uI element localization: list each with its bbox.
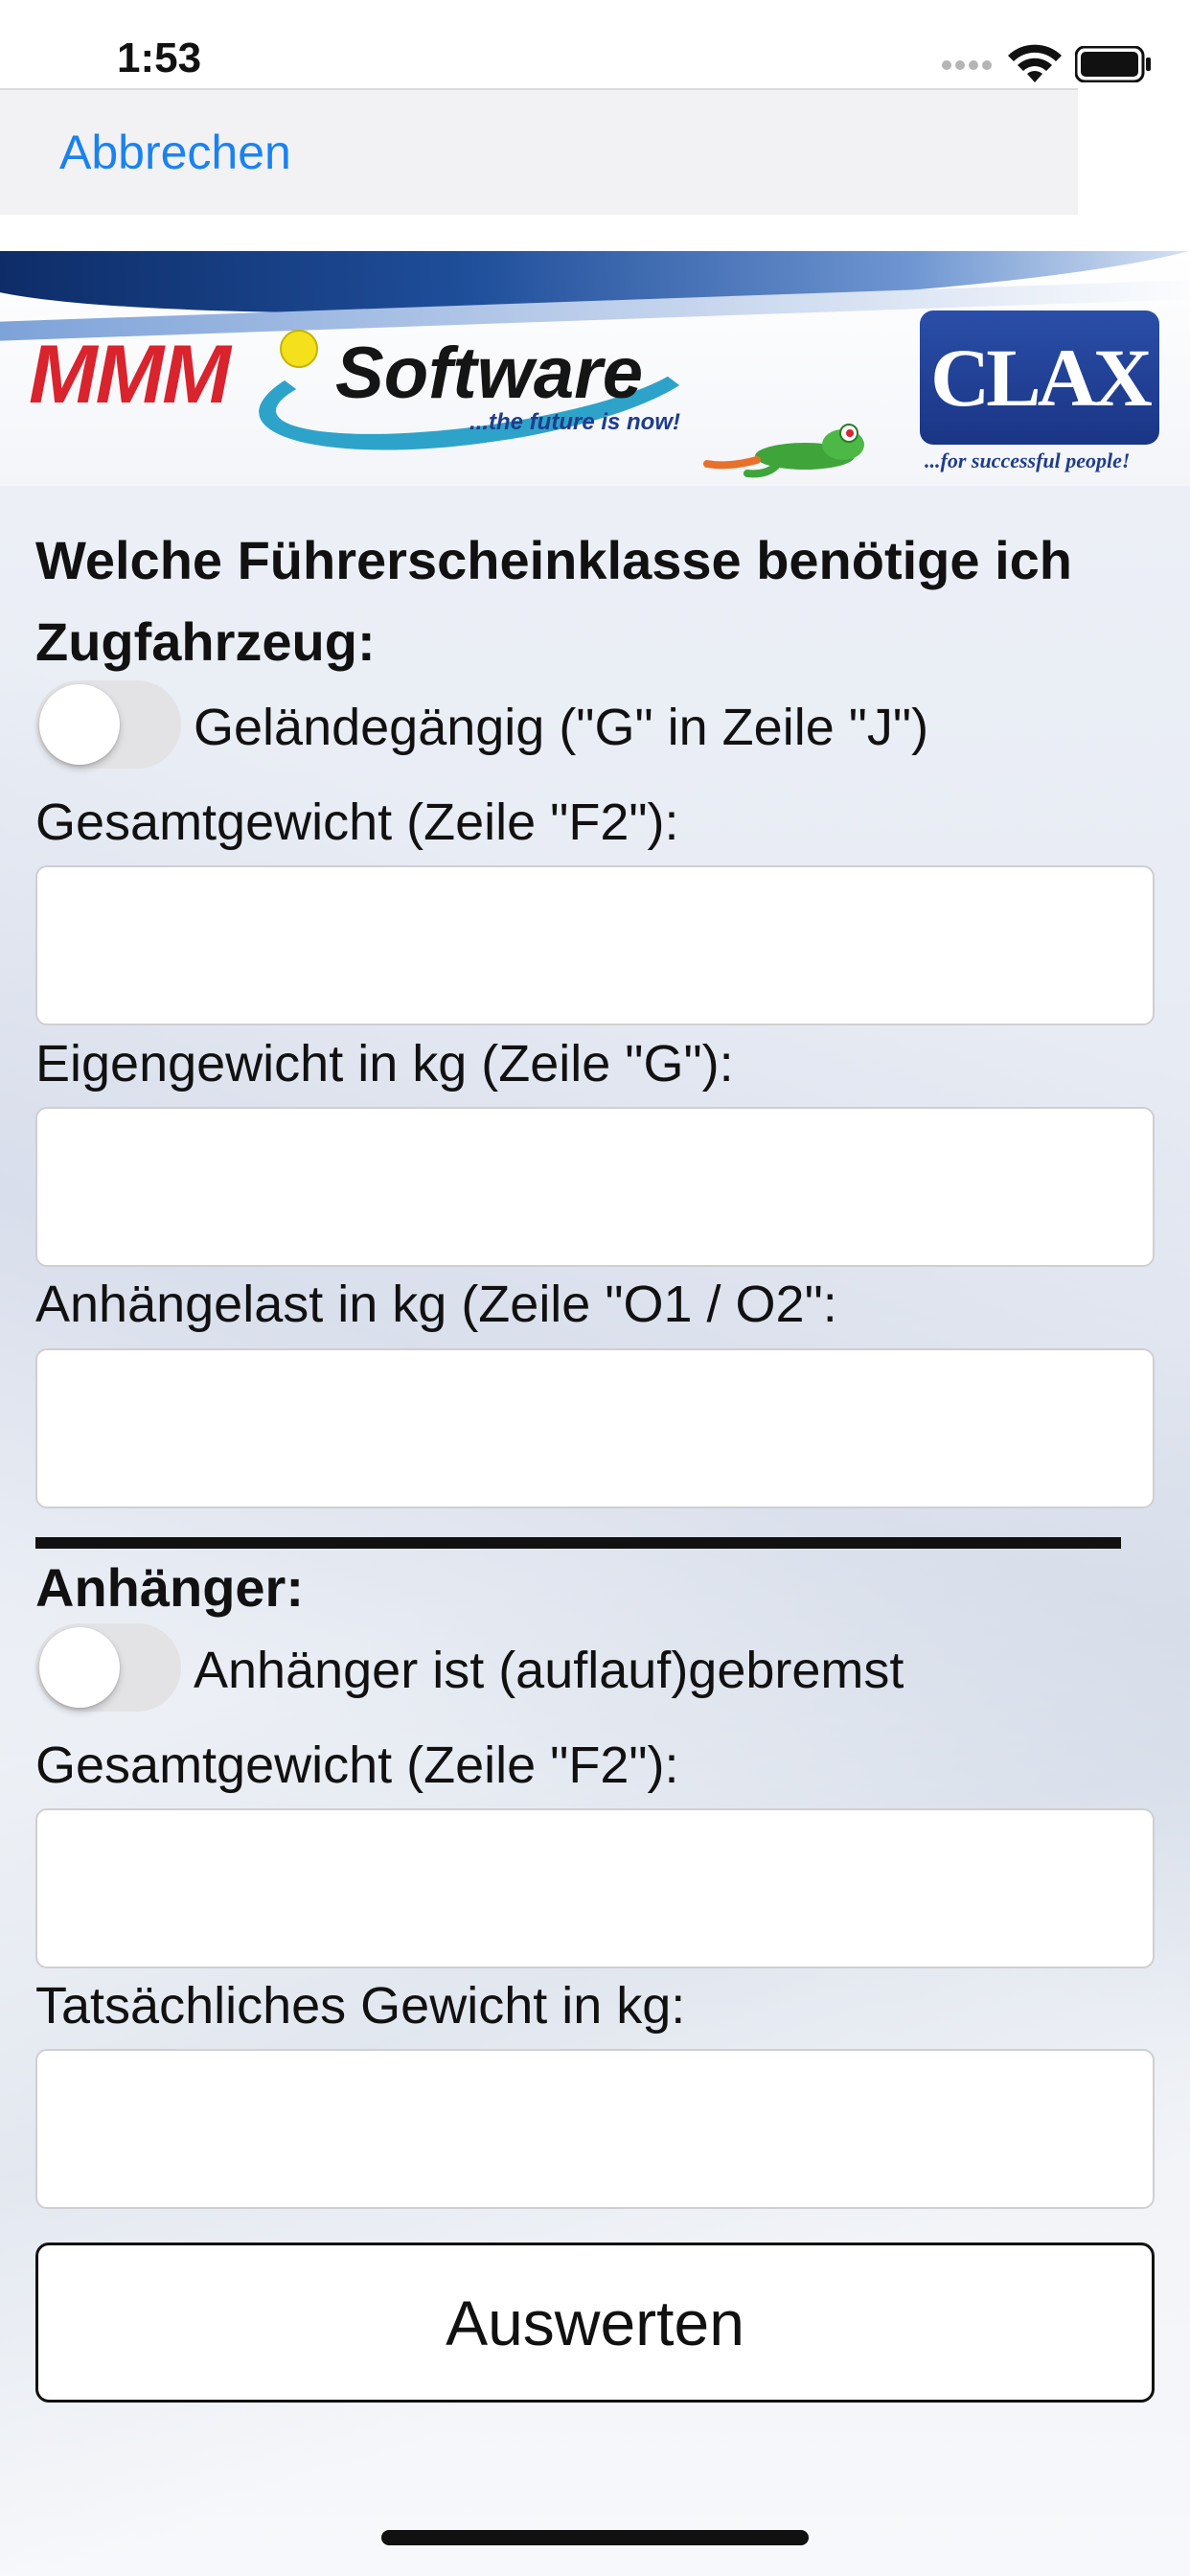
trailer-braked-toggle-label: Anhänger ist (auflauf)gebremst [194,1642,904,1699]
curb-weight-input[interactable] [35,1107,1155,1267]
home-indicator[interactable] [381,2530,809,2545]
towing-vehicle-heading: Zugfahrzeug: [35,611,376,672]
brand-banner: MMM Software ...the future is now! CLAX … [0,251,1190,486]
frog-icon [703,424,864,478]
towing-total-weight-label: Gesamtgewicht (Zeile "F2"): [35,794,679,851]
towing-capacity-input[interactable] [35,1348,1155,1508]
trailer-total-weight-input[interactable] [35,1808,1155,1968]
status-bar: 1:53 [0,0,1190,88]
mmm-logo-text: MMM [29,329,231,421]
towing-capacity-label: Anhängelast in kg (Zeile "O1 / O2": [35,1276,837,1333]
trailer-total-weight-label: Gesamtgewicht (Zeile "F2"): [35,1736,679,1794]
logo-tagline: ...the future is now! [469,409,680,435]
cancel-button[interactable]: Abbrechen [59,125,291,180]
clax-logo-text: CLAX [930,332,1153,424]
navigation-bar: Abbrechen [0,88,1078,215]
clax-tagline: ...for successful people! [925,448,1131,472]
form-content: MMM Software ...the future is now! CLAX … [0,251,1190,2576]
logo-sun-dot [280,330,318,368]
status-time: 1:53 [117,34,202,81]
toggle-knob [39,1627,120,1708]
evaluate-button[interactable]: Auswerten [35,2242,1155,2403]
section-divider [35,1537,1121,1549]
battery-icon [1075,46,1151,82]
clax-logo: CLAX [920,310,1159,445]
wifi-icon [1008,44,1062,82]
offroad-toggle-label: Geländegängig ("G" in Zeile "J") [194,699,929,756]
actual-weight-label: Tatsächliches Gewicht in kg: [35,1977,686,2035]
toggle-knob [39,684,120,765]
status-icons [941,0,1190,88]
trailer-braked-toggle[interactable] [35,1623,181,1712]
page-title: Welche Führerscheinklasse benötige ich [35,530,1072,590]
towing-total-weight-input[interactable] [35,865,1155,1025]
software-logo-text: Software [335,333,643,414]
curb-weight-label: Eigengewicht in kg (Zeile "G"): [35,1035,734,1092]
signal-dots-icon [942,60,992,70]
actual-weight-input[interactable] [35,2049,1155,2209]
trailer-heading: Anhänger: [35,1557,304,1618]
offroad-toggle[interactable] [35,680,181,769]
